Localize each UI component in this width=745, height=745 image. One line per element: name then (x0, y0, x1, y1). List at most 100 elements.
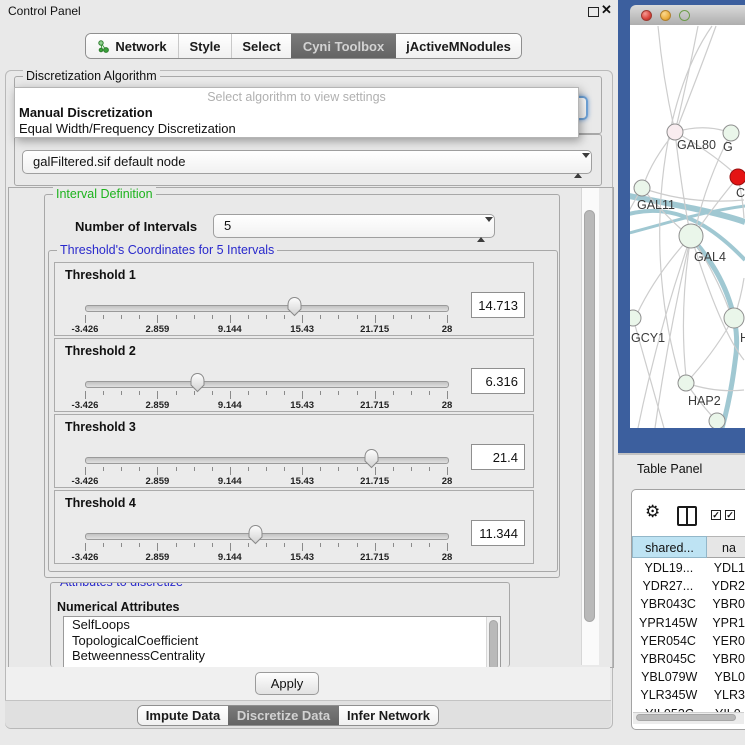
slider-tick-label: -3.426 (59, 400, 111, 411)
table-rows: YDL19...YDL1YDR27...YDR2YBR043CYBR0YPR14… (632, 559, 745, 712)
threshold-value-field[interactable]: 6.316 (471, 368, 525, 394)
dropdown-option[interactable]: Equal Width/Frequency Discretization (15, 121, 578, 137)
apply-button[interactable]: Apply (255, 672, 319, 695)
slider-tick (139, 315, 140, 319)
tab-jactivemnodules[interactable]: jActiveMNodules (396, 34, 521, 58)
traffic-light-close-icon[interactable] (641, 10, 652, 21)
slider-tick-label: 9.144 (204, 400, 256, 411)
tab-style[interactable]: Style (178, 34, 231, 58)
slider-tick (320, 391, 321, 395)
network-node-gal11[interactable] (634, 180, 650, 196)
slider-tick (230, 391, 231, 399)
slider-tick (429, 315, 430, 319)
network-node-gal4[interactable] (679, 224, 703, 248)
table-row[interactable]: YDL19...YDL1 (632, 559, 745, 577)
tab-select[interactable]: Select (231, 34, 291, 58)
table-row[interactable]: YBR045CYBR0 (632, 650, 745, 668)
vertical-scrollbar-thumb[interactable] (584, 210, 595, 622)
network-node-g[interactable] (723, 125, 739, 141)
tab-impute-data[interactable]: Impute Data (138, 706, 228, 725)
network-node[interactable] (709, 413, 725, 428)
cell-name: YDR2 (704, 577, 745, 595)
slider-tick (157, 391, 158, 399)
slider-tick (212, 543, 213, 547)
num-intervals-value: 5 (224, 218, 231, 233)
slider-tick-label: 21.715 (349, 476, 401, 487)
slider-thumb-icon[interactable] (363, 448, 380, 469)
attribute-list-item[interactable]: BetweennessCentrality (64, 648, 500, 664)
slider-tick-label: -3.426 (59, 476, 111, 487)
table-row[interactable]: YBR043CYBR0 (632, 595, 745, 613)
slider-tick (139, 391, 140, 395)
tab-infer-network[interactable]: Infer Network (339, 706, 438, 725)
threshold-label: Threshold 2 (65, 344, 136, 358)
cell-name: YBR0 (704, 650, 745, 668)
slider-track[interactable] (85, 381, 449, 388)
cell-shared-name: YBL079W (632, 668, 706, 686)
traffic-light-minimize-icon[interactable] (660, 10, 671, 21)
slider-track[interactable] (85, 457, 449, 464)
numerical-attributes-list: SelfLoopsTopologicalCoefficientBetweenne… (63, 616, 501, 667)
slider-tick (393, 543, 394, 547)
checkbox-icon[interactable]: ✓ (725, 510, 735, 520)
slider-tick (338, 391, 339, 395)
slider-tick (248, 315, 249, 319)
tab-cyni-toolbox[interactable]: Cyni Toolbox (291, 34, 396, 58)
slider-tick (320, 467, 321, 471)
gear-icon[interactable]: ⚙ (645, 503, 660, 520)
split-view-icon[interactable] (677, 506, 697, 526)
network-icon (97, 40, 110, 53)
threshold-value-field[interactable]: 11.344 (471, 520, 525, 546)
table-data-combobox[interactable]: galFiltered.sif default node (22, 150, 592, 174)
table-row[interactable]: YLR345WYLR3 (632, 686, 745, 704)
network-edge (644, 132, 675, 184)
threshold-value-field[interactable]: 21.4 (471, 444, 525, 470)
slider-thumb-icon[interactable] (189, 372, 206, 393)
table-row[interactable]: YBL079WYBL0 (632, 668, 745, 686)
slider-thumb-icon[interactable] (247, 524, 264, 545)
dropdown-option[interactable]: Manual Discretization (15, 105, 578, 121)
table-row[interactable]: YDR27...YDR2 (632, 577, 745, 595)
slider-thumb-icon[interactable] (286, 296, 303, 317)
slider-tick (121, 391, 122, 395)
slider-tick (176, 391, 177, 395)
slider-tick (176, 543, 177, 547)
table-row[interactable]: YIL052CYIL0 (632, 705, 745, 713)
tab-discretize-data[interactable]: Discretize Data (228, 706, 339, 725)
checkbox-icon[interactable]: ✓ (711, 510, 721, 520)
network-node-c[interactable] (730, 169, 745, 185)
slider-tick (393, 467, 394, 471)
threshold-panel: Threshold 2-3.4262.8599.14415.4321.71528… (54, 338, 534, 412)
cell-shared-name: YIL052C (632, 705, 707, 713)
network-node-hap2[interactable] (678, 375, 694, 391)
network-node-label: GAL4 (694, 250, 726, 264)
cell-name: YER0 (704, 632, 745, 650)
threshold-value-field[interactable]: 14.713 (471, 292, 525, 318)
tab-network[interactable]: Network (86, 34, 178, 58)
network-node-label: HAP2 (688, 394, 721, 408)
slider-tick (357, 315, 358, 319)
network-node-label: C (736, 186, 745, 200)
num-intervals-combobox[interactable]: 5 (213, 214, 495, 238)
h-scrollbar-thumb[interactable] (636, 714, 736, 721)
slider-track[interactable] (85, 533, 449, 540)
close-icon[interactable]: ✕ (601, 2, 612, 18)
attribute-list-item[interactable]: SelfLoops (64, 617, 500, 633)
network-node-h[interactable] (724, 308, 744, 328)
float-window-icon[interactable] (588, 7, 599, 17)
table-row[interactable]: YER054CYER0 (632, 632, 745, 650)
attribute-list-item[interactable]: TopologicalCoefficient (64, 633, 500, 649)
threshold-panel: Threshold 3-3.4262.8599.14415.4321.71528… (54, 414, 534, 488)
column-header-name[interactable]: na (707, 536, 745, 558)
network-node-gcy1[interactable] (630, 310, 641, 326)
tab-label: Impute Data (146, 708, 220, 723)
network-edge (686, 383, 744, 391)
table-row[interactable]: YPR145WYPR1 (632, 614, 745, 632)
slider-tick (338, 315, 339, 319)
slider-tick-label: 9.144 (204, 476, 256, 487)
list-scrollbar-thumb[interactable] (489, 620, 498, 667)
cell-shared-name: YBR045C (632, 650, 704, 668)
column-header-shared-name[interactable]: shared... (632, 536, 707, 558)
traffic-light-zoom-icon[interactable] (679, 10, 690, 21)
slider-track[interactable] (85, 305, 449, 312)
